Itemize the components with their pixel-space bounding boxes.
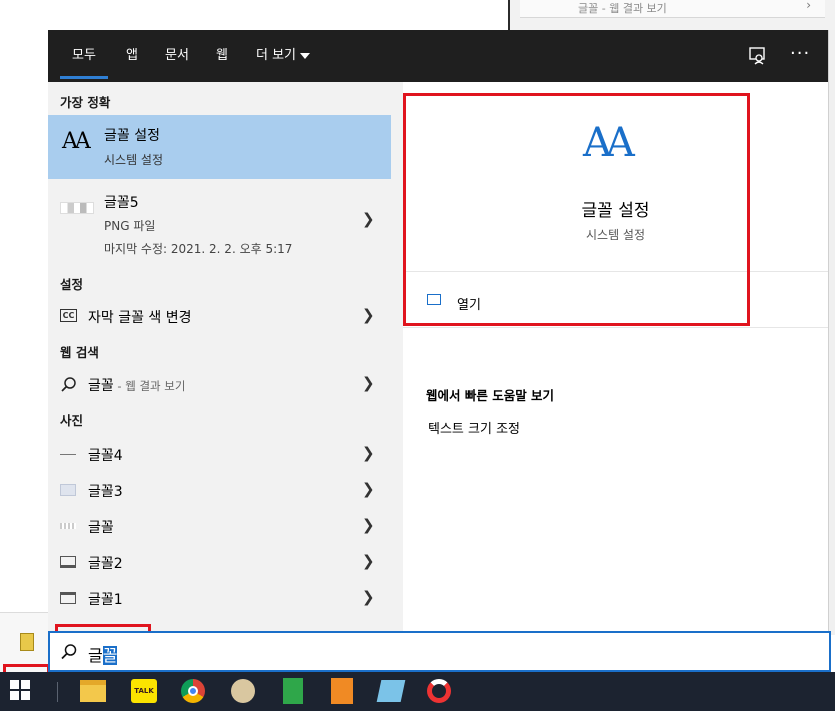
search-typed-text: 글: [88, 646, 103, 665]
background-search-text: 글꼴 - 웹 결과 보기: [578, 2, 667, 15]
chrome-icon[interactable]: [181, 679, 205, 703]
file-explorer-icon[interactable]: [80, 680, 106, 702]
image-thumbnail-icon: [60, 202, 94, 214]
section-best-match: 가장 정확: [60, 95, 111, 110]
tab-more[interactable]: 더 보기: [256, 30, 311, 82]
search-icon: [60, 376, 78, 392]
settings-item-label: 자막 글꼴 색 변경: [88, 310, 192, 326]
chevron-right-icon[interactable]: ❯: [362, 306, 375, 324]
windows-logo-pane: [10, 680, 19, 689]
image-thumbnail-icon: [60, 592, 76, 604]
photo-label: 글꼴4: [88, 448, 123, 464]
taskbar-separator: [57, 682, 58, 702]
best-match-subtitle: 시스템 설정: [104, 153, 164, 167]
feedback-icon[interactable]: [748, 46, 768, 66]
web-search-query: 글꼴: [88, 378, 114, 394]
settings-item[interactable]: CC 자막 글꼴 색 변경 ❯: [48, 298, 391, 334]
chevron-right-icon[interactable]: ❯: [362, 444, 375, 462]
more-options-icon[interactable]: ···: [790, 45, 810, 66]
photo-label: 글꼴3: [88, 484, 123, 500]
file-type: PNG 파일: [104, 219, 156, 233]
search-query: 글꼴: [88, 642, 118, 666]
search-icon: [60, 643, 78, 661]
windows-logo-pane: [21, 680, 30, 689]
web-search-label: 글꼴 - 웹 결과 보기: [88, 375, 185, 395]
closed-caption-icon: CC: [60, 309, 77, 322]
windows-logo-pane: [10, 691, 19, 700]
web-search-suffix: - 웹 결과 보기: [113, 379, 186, 393]
photo-label: 글꼴2: [88, 556, 123, 572]
photo-item[interactable]: 글꼴3 ❯: [48, 472, 391, 508]
photo-item[interactable]: 글꼴4 ❯: [48, 436, 391, 472]
web-help-header-text: 웹에서 빠른 도움말 보기: [426, 388, 555, 403]
web-help-link-text: 텍스트 크기 조정: [428, 422, 520, 437]
divider: [403, 327, 828, 328]
image-thumbnail-icon: [60, 484, 76, 496]
photo-label: 글꼴1: [88, 592, 123, 608]
background-window-edge: [828, 30, 835, 635]
file-result-item[interactable]: 글꼴5 PNG 파일 마지막 수정: 2021. 2. 2. 오후 5:17 ❯: [48, 182, 391, 262]
section-settings: 설정: [60, 277, 84, 292]
windows-start-icon[interactable]: [10, 680, 32, 702]
search-input[interactable]: 글꼴: [48, 631, 831, 672]
desktop: 글꼴 - 웹 결과 보기 › 모두 앱 문서 웹 더 보기 ··· 가장 정확 …: [0, 0, 835, 711]
chevron-right-icon[interactable]: ❯: [362, 210, 375, 228]
font-aa-icon: AA: [62, 129, 91, 154]
image-thumbnail-icon: [60, 556, 76, 568]
file-modified: 마지막 수정: 2021. 2. 2. 오후 5:17: [104, 242, 293, 256]
section-web-search: 웹 검색: [60, 345, 99, 360]
search-tabs-bar: 모두 앱 문서 웹 더 보기 ···: [48, 30, 828, 82]
presentation-icon[interactable]: [331, 678, 353, 704]
notepad-icon[interactable]: [376, 680, 406, 702]
zip-file-icon[interactable]: [20, 633, 34, 651]
caret-down-icon: [300, 52, 311, 59]
image-thumbnail-icon: [60, 454, 76, 456]
search-selected-text: 꼴: [102, 646, 118, 665]
photo-item[interactable]: 글꼴 ❯: [48, 508, 391, 544]
web-search-item[interactable]: 글꼴 - 웹 결과 보기 ❯: [48, 366, 391, 402]
best-match-title: 글꼴 설정: [104, 128, 160, 144]
chevron-right-icon[interactable]: ❯: [362, 552, 375, 570]
chevron-right-icon[interactable]: ❯: [362, 588, 375, 606]
chevron-right-icon: ›: [806, 0, 811, 12]
app-circle-icon[interactable]: [427, 679, 451, 703]
kakaotalk-icon[interactable]: TALK: [131, 679, 157, 703]
photo-label: 글꼴: [88, 520, 114, 536]
tab-all[interactable]: 모두: [60, 30, 108, 82]
results-list: 가장 정확 AA 글꼴 설정 시스템 설정 글꼴5 PNG 파일 마지막 수정:…: [48, 82, 391, 635]
chevron-right-icon[interactable]: ❯: [362, 516, 375, 534]
tab-apps[interactable]: 앱: [126, 30, 138, 82]
tab-web[interactable]: 웹: [216, 30, 228, 82]
paint-icon[interactable]: [231, 679, 255, 703]
background-window: 글꼴 - 웹 결과 보기 ›: [508, 0, 835, 30]
highlight-box: [403, 93, 750, 326]
section-photos: 사진: [60, 413, 84, 428]
taskbar: TALK: [0, 672, 835, 711]
photo-item[interactable]: 글꼴1 ❯: [48, 580, 391, 616]
background-window-row: 글꼴 - 웹 결과 보기 ›: [520, 0, 825, 18]
tab-more-label: 더 보기: [256, 48, 297, 63]
windows-logo-pane: [21, 691, 30, 700]
chevron-right-icon[interactable]: ❯: [362, 480, 375, 498]
photo-item[interactable]: 글꼴2 ❯: [48, 544, 391, 580]
tab-documents[interactable]: 문서: [165, 30, 189, 82]
best-match-item[interactable]: AA 글꼴 설정 시스템 설정: [48, 115, 391, 179]
image-thumbnail-icon: [60, 523, 76, 529]
spreadsheet-icon[interactable]: [283, 678, 303, 704]
file-title: 글꼴5: [104, 195, 139, 211]
chevron-right-icon[interactable]: ❯: [362, 374, 375, 392]
